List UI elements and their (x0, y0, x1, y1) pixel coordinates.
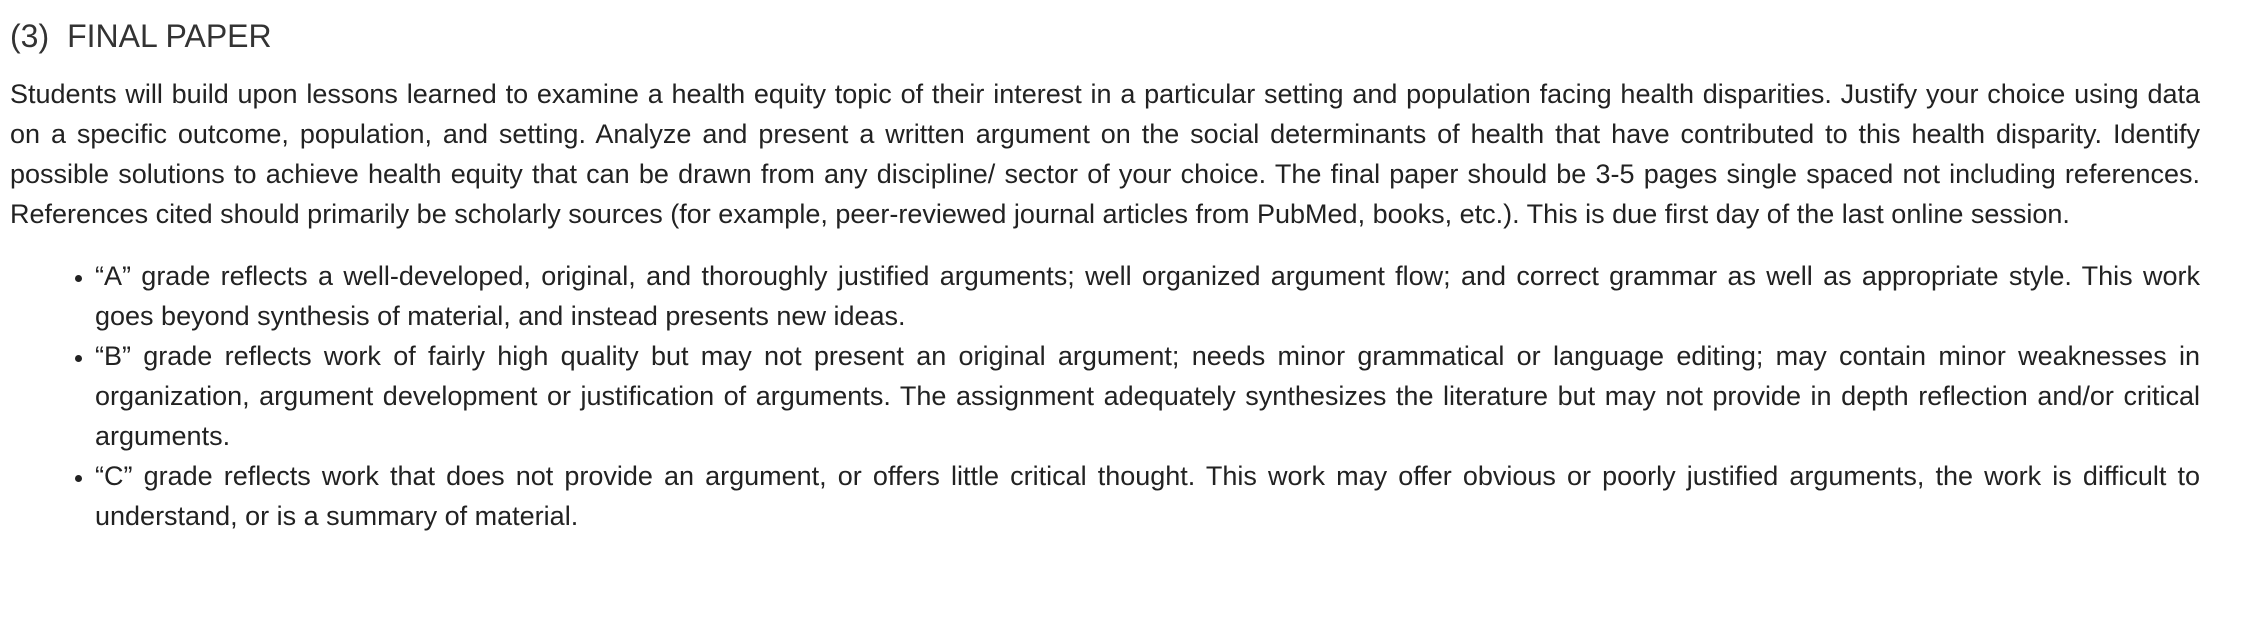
assignment-description: Students will build upon lessons learned… (10, 79, 2200, 229)
section-title: FINAL PAPER (67, 18, 272, 54)
grading-criteria-list: “A” grade reflects a well-developed, ori… (10, 256, 2200, 536)
grade-a-criteria: “A” grade reflects a well-developed, ori… (95, 256, 2200, 336)
section-heading: (3) FINAL PAPER (10, 0, 2236, 56)
grade-c-criteria: “C” grade reflects work that does not pr… (95, 456, 2200, 536)
grade-b-criteria: “B” grade reflects work of fairly high q… (95, 336, 2200, 456)
document-page: (3) FINAL PAPER Students will build upon … (0, 0, 2246, 620)
section-number: (3) (10, 18, 50, 54)
